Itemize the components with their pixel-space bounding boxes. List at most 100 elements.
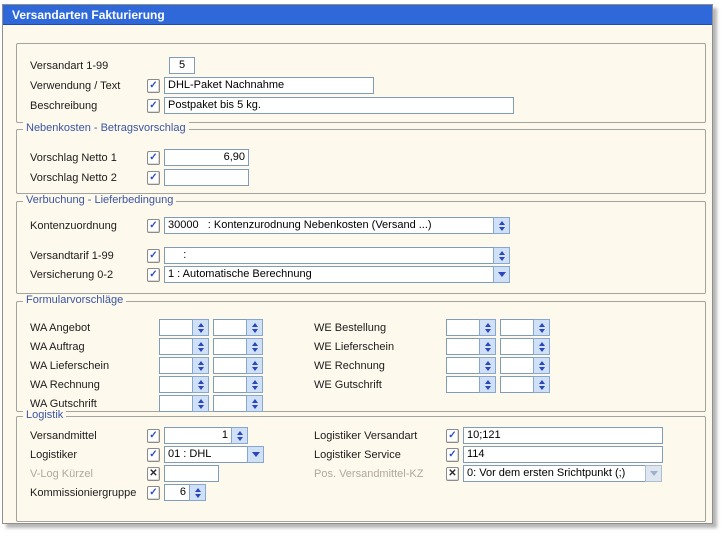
wa-rechnung-input-2[interactable] <box>213 376 247 393</box>
versicherung-check-button[interactable]: ✓ <box>147 268 160 282</box>
spinner-button[interactable] <box>533 357 550 374</box>
spinner-button[interactable] <box>246 395 263 412</box>
spinner-button[interactable] <box>479 357 496 374</box>
we-lieferschein-input-1[interactable] <box>446 338 480 355</box>
pos-versandmittel-row: Pos. Versandmittel-KZ ✕ 0: Vor dem erste… <box>314 465 663 482</box>
spinner-button[interactable] <box>479 376 496 393</box>
verwendung-label: Verwendung / Text <box>30 80 147 92</box>
spinner-button[interactable] <box>192 376 209 393</box>
spinner-up-icon <box>252 342 258 346</box>
spinner-down-icon <box>198 386 204 390</box>
netto2-input[interactable] <box>164 169 249 186</box>
spinner-up-icon <box>198 323 204 327</box>
logistiker-check-button[interactable]: ✓ <box>147 448 160 462</box>
wa-angebot-input-1[interactable] <box>159 319 193 336</box>
versandtarif-row: Versandtarif 1-99 ✓ : <box>30 247 705 264</box>
pos-versandmittel-cross-button[interactable]: ✕ <box>446 467 459 481</box>
kontenzuordnung-input[interactable]: 30000 : Kontenzurodnung Nebenkosten (Ver… <box>164 217 494 234</box>
wa-angebot-input-2[interactable] <box>213 319 247 336</box>
kontenzuordnung-spinner-button[interactable] <box>493 217 510 234</box>
group-formularvorschlaege-title: Formularvorschläge <box>23 294 126 306</box>
beschreibung-check-button[interactable]: ✓ <box>147 99 160 113</box>
versandart-input[interactable]: 5 <box>169 57 195 74</box>
wa-angebot-label: WA Angebot <box>30 322 159 334</box>
spinner-button[interactable] <box>192 395 209 412</box>
kommissioniergruppe-row: Kommissioniergruppe ✓ 6 <box>30 484 705 501</box>
we-rechnung-input-1[interactable] <box>446 357 480 374</box>
kommissioniergruppe-input[interactable]: 6 <box>164 484 190 501</box>
versandtarif-check-button[interactable]: ✓ <box>147 249 160 263</box>
versicherung-dropdown-button[interactable] <box>493 266 510 283</box>
we-gutschrift-input-1[interactable] <box>446 376 480 393</box>
logistiker-versandart-check-button[interactable]: ✓ <box>446 429 459 443</box>
we-bestellung-input-1[interactable] <box>446 319 480 336</box>
vlog-cross-button[interactable]: ✕ <box>147 467 160 481</box>
logistiker-service-row: Logistiker Service ✓ 114 <box>314 446 663 463</box>
check-icon: ✓ <box>149 250 157 261</box>
spinner-button[interactable] <box>533 319 550 336</box>
spinner-up-icon <box>539 323 545 327</box>
verwendung-input[interactable]: DHL-Paket Nachnahme <box>164 77 374 94</box>
spinner-button[interactable] <box>246 338 263 355</box>
vlog-input[interactable] <box>164 465 219 482</box>
window-titlebar: Versandarten Fakturierung <box>3 5 712 25</box>
verwendung-check-button[interactable]: ✓ <box>147 79 160 93</box>
spinner-button[interactable] <box>192 357 209 374</box>
spinner-down-icon <box>539 329 545 333</box>
versandmittel-spinner-button[interactable] <box>231 427 248 444</box>
pos-versandmittel-select[interactable]: 0: Vor dem ersten Srichtpunkt (;) <box>463 465 646 482</box>
group-nebenkosten-title: Nebenkosten - Betragsvorschlag <box>23 122 189 134</box>
netto1-check-button[interactable]: ✓ <box>147 151 160 165</box>
spinner-up-icon <box>499 251 505 255</box>
spinner-up-icon <box>539 342 545 346</box>
spinner-up-icon <box>237 431 243 435</box>
versandtarif-spinner-button[interactable] <box>493 247 510 264</box>
spinner-button[interactable] <box>533 376 550 393</box>
we-gutschrift-input-2[interactable] <box>500 376 534 393</box>
spinner-down-icon <box>539 386 545 390</box>
wa-rechnung-input-1[interactable] <box>159 376 193 393</box>
we-bestellung-input-2[interactable] <box>500 319 534 336</box>
versandmittel-check-button[interactable]: ✓ <box>147 429 160 443</box>
logistiker-service-check-button[interactable]: ✓ <box>446 448 459 462</box>
spinner-up-icon <box>252 361 258 365</box>
check-icon: ✓ <box>149 152 157 163</box>
spinner-button[interactable] <box>533 338 550 355</box>
check-icon: ✓ <box>149 172 157 183</box>
logistiker-dropdown-button[interactable] <box>247 446 264 463</box>
kontenzuordnung-row: Kontenzuordnung ✓ 30000 : Kontenzurodnun… <box>30 217 705 234</box>
check-icon: ✓ <box>448 449 456 460</box>
wa-auftrag-input-2[interactable] <box>213 338 247 355</box>
netto1-input[interactable]: 6,90 <box>164 149 249 166</box>
wa-gutschrift-input-2[interactable] <box>213 395 247 412</box>
kommissioniergruppe-check-button[interactable]: ✓ <box>147 486 160 500</box>
kommissioniergruppe-spinner-button[interactable] <box>189 484 206 501</box>
spinner-button[interactable] <box>246 357 263 374</box>
spinner-button[interactable] <box>479 319 496 336</box>
spinner-down-icon <box>485 348 491 352</box>
we-lieferschein-input-2[interactable] <box>500 338 534 355</box>
logistiker-versandart-input[interactable]: 10;121 <box>463 427 663 444</box>
logistiker-select[interactable]: 01 : DHL <box>164 446 248 463</box>
spinner-up-icon <box>252 399 258 403</box>
spinner-button[interactable] <box>246 319 263 336</box>
wa-lieferschein-input-1[interactable] <box>159 357 193 374</box>
logistiker-versandart-row: Logistiker Versandart ✓ 10;121 <box>314 427 663 444</box>
versandtarif-input[interactable]: : <box>164 247 494 264</box>
wa-lieferschein-input-2[interactable] <box>213 357 247 374</box>
we-gutschrift-label: WE Gutschrift <box>314 379 446 391</box>
wa-auftrag-input-1[interactable] <box>159 338 193 355</box>
kontenzuordnung-check-button[interactable]: ✓ <box>147 219 160 233</box>
spinner-button[interactable] <box>192 338 209 355</box>
spinner-button[interactable] <box>192 319 209 336</box>
beschreibung-input[interactable]: Postpaket bis 5 kg. <box>164 97 514 114</box>
versandtarif-label: Versandtarif 1-99 <box>30 250 147 262</box>
versicherung-select[interactable]: 1 : Automatische Berechnung <box>164 266 494 283</box>
wa-gutschrift-input-1[interactable] <box>159 395 193 412</box>
logistiker-service-input[interactable]: 114 <box>463 446 663 463</box>
netto2-check-button[interactable]: ✓ <box>147 171 160 185</box>
versandmittel-input[interactable]: 1 <box>164 427 232 444</box>
we-rechnung-input-2[interactable] <box>500 357 534 374</box>
spinner-button[interactable] <box>246 376 263 393</box>
spinner-button[interactable] <box>479 338 496 355</box>
